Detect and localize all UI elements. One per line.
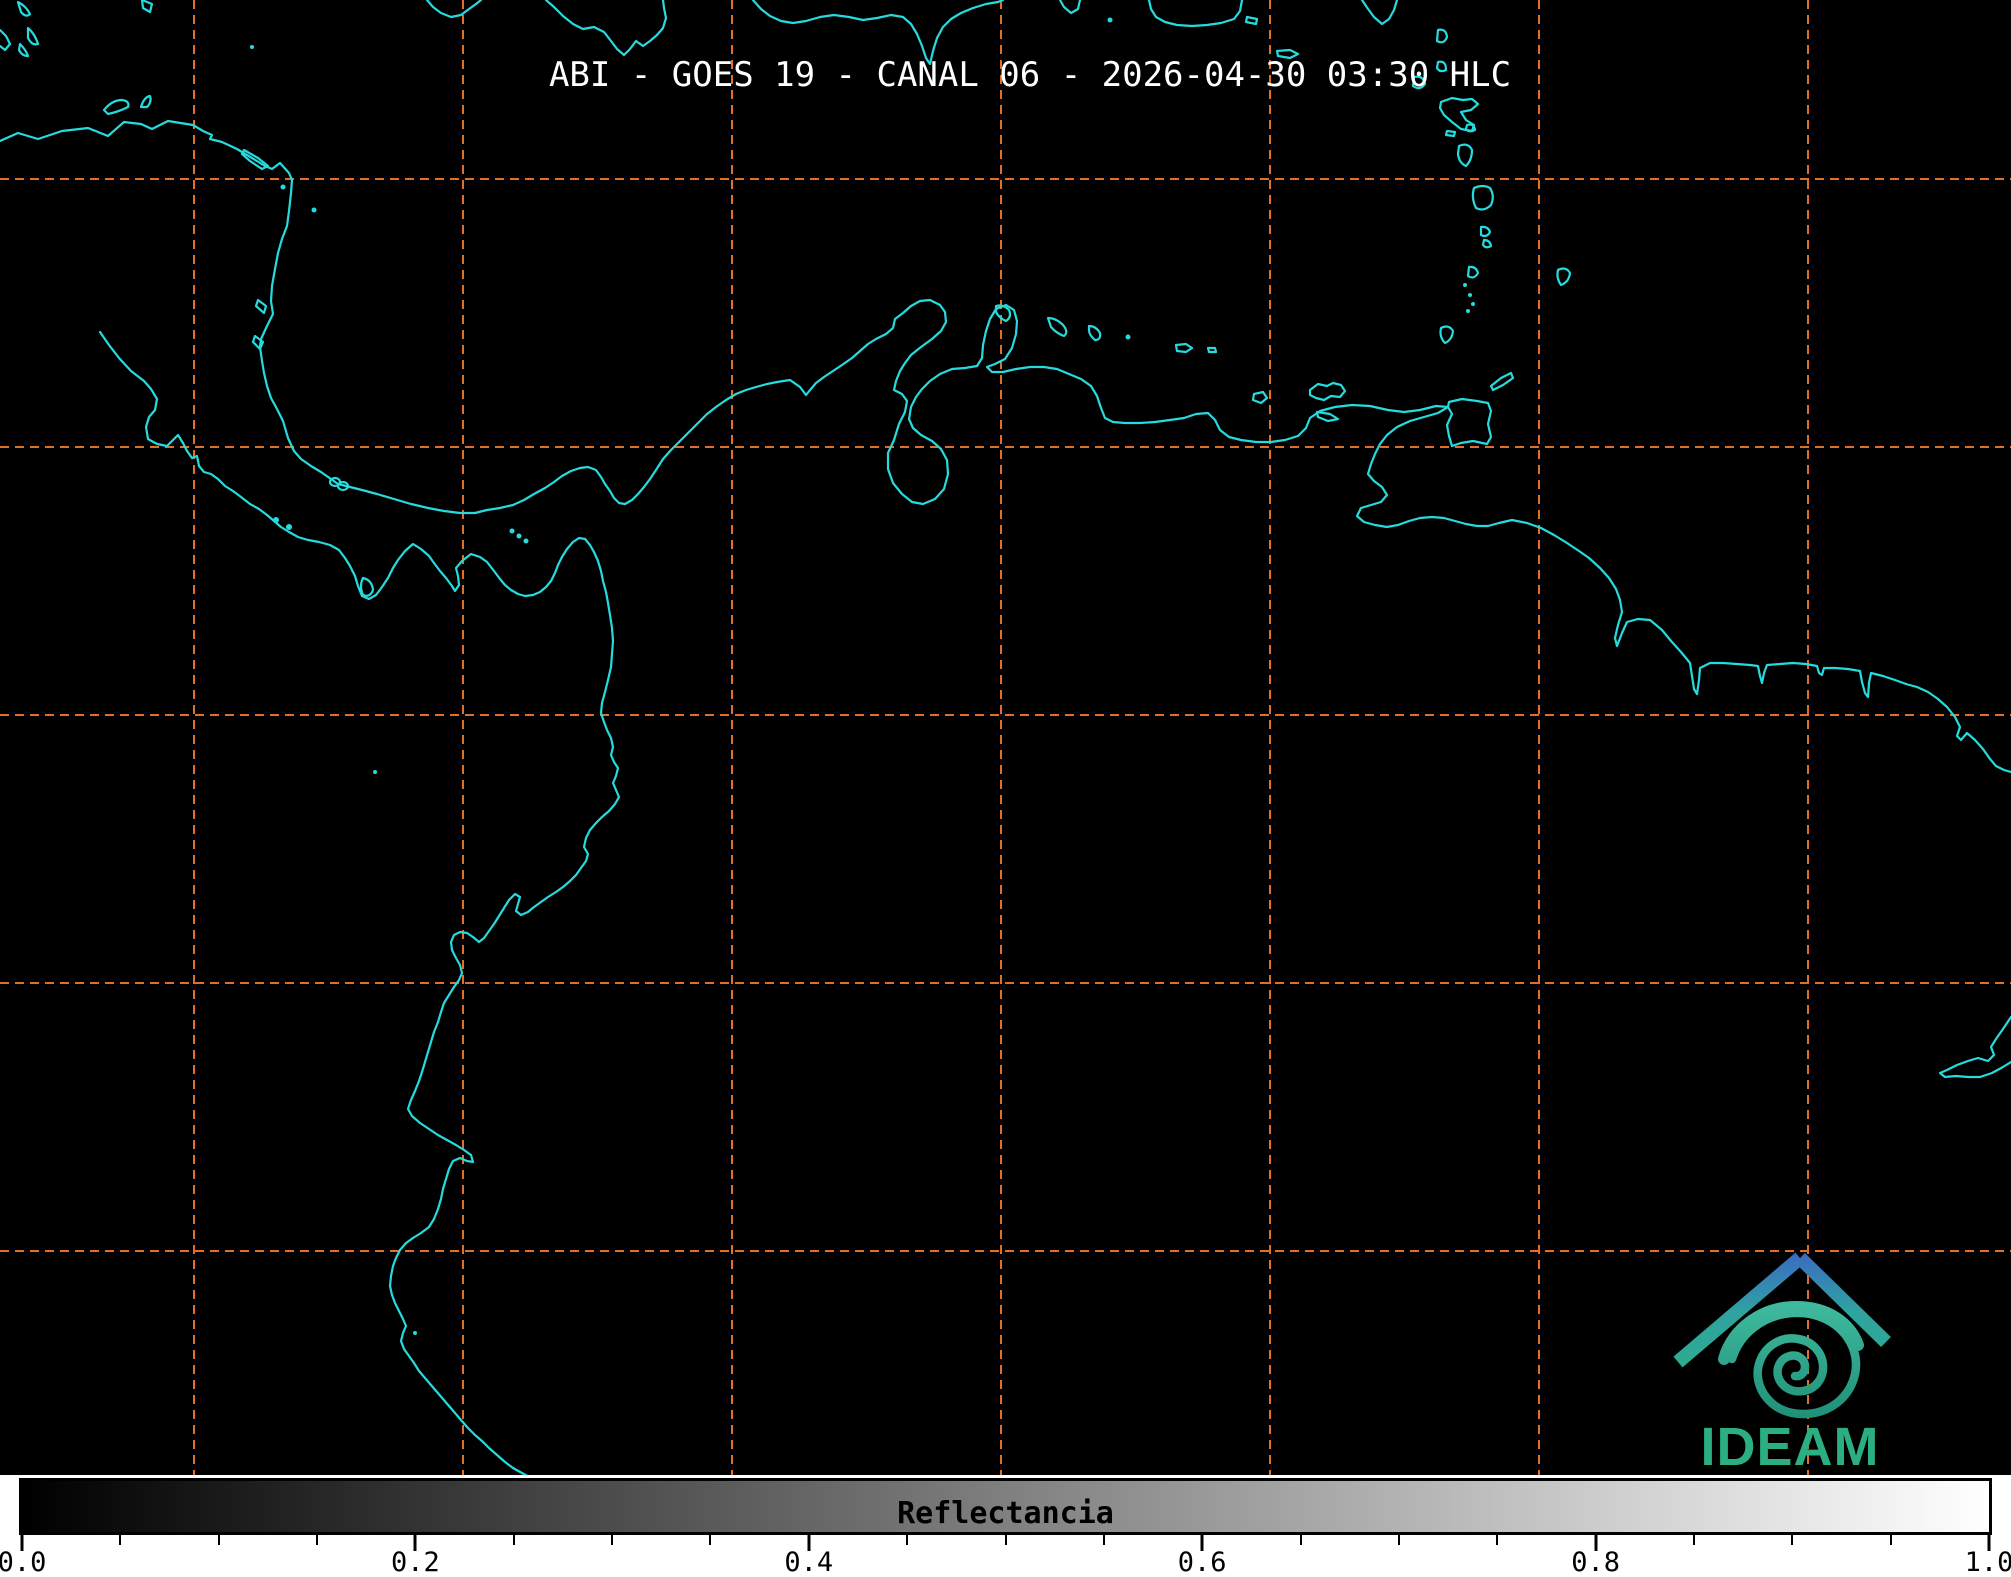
coastline-st-vincent — [1471, 184, 1494, 211]
coastline-amazon-estuary — [1938, 1015, 2011, 1079]
colorbar-minor-tick — [709, 1535, 712, 1545]
island-dot — [1468, 293, 1472, 297]
colorbar-minor-tick — [906, 1535, 909, 1545]
colorbar-minor-tick — [217, 1535, 220, 1545]
coastline-leeward-frag — [1360, 0, 1399, 26]
coastline-small-top-frag — [1058, 0, 1082, 15]
coastline-grenadine-n — [1466, 265, 1480, 279]
coastline-roatan — [102, 98, 130, 116]
coastline-st-lucia — [1456, 143, 1474, 168]
coastline-coiba — [359, 576, 375, 597]
coastline-grenadine1 — [1479, 225, 1492, 238]
island-dot — [1107, 17, 1113, 23]
coastline-grenada — [1439, 325, 1455, 345]
colorbar-minor-tick — [512, 1535, 515, 1545]
colorbar-minor-tick — [1397, 1535, 1400, 1545]
coastline-pacific-coast — [98, 330, 621, 1475]
ideam-logo: IDEAM — [1673, 1252, 1891, 1473]
island-dot — [523, 538, 529, 544]
island-dot — [1466, 309, 1470, 313]
coastline-vieques — [1244, 15, 1259, 26]
coastline-topleft-key2 — [26, 26, 40, 46]
colorbar-minor-tick — [1692, 1535, 1695, 1545]
coastline-martinique-dot — [1464, 123, 1477, 133]
colorbar-minor-tick — [1496, 1535, 1499, 1545]
colorbar-minor-tick — [1791, 1535, 1794, 1545]
coastline-curacao — [1046, 316, 1068, 338]
colorbar-minor-tick — [316, 1535, 319, 1545]
coastline-margarita — [1308, 381, 1347, 402]
coastline-guanaja — [139, 94, 152, 109]
colorbar-tick-label: 0.8 — [1571, 1547, 1620, 1577]
colorbar-minor-tick — [1102, 1535, 1105, 1545]
coastline-corner-blob — [140, 0, 154, 14]
hurricane-spiral-icon — [1718, 1300, 1864, 1419]
coastline-coche — [1315, 410, 1340, 423]
colorbar-tick-label: 0.6 — [1177, 1547, 1227, 1577]
coastline-hispaniola-south — [544, 0, 668, 57]
colorbar-gradient: Reflectancia — [19, 1478, 1992, 1535]
coastline-pearl-lagoon — [254, 298, 268, 315]
island-dot — [413, 1331, 417, 1335]
island-dot — [516, 533, 522, 539]
island-dot — [1125, 334, 1131, 340]
island-dot — [509, 528, 515, 534]
coastline-los-roques — [1174, 342, 1194, 354]
colorbar-minor-tick — [1299, 1535, 1302, 1545]
colorbar-tick-label: 0.4 — [784, 1547, 834, 1577]
colorbar-footer: Reflectancia 0.0 0.2 0.4 0.6 0.8 1.0 — [0, 1475, 2011, 1577]
colorbar-label: Reflectancia — [897, 1496, 1114, 1531]
coastline-haiti-tip — [425, 0, 483, 19]
colorbar-minor-tick — [1004, 1535, 1007, 1545]
coastline-la-tortuga — [1251, 390, 1269, 405]
coastline-topleft-key3 — [17, 42, 30, 58]
colorbar-tick-label: 1.0 — [1964, 1547, 2011, 1577]
island-dot — [280, 184, 286, 190]
coastline-topleft-key1 — [16, 0, 32, 17]
coastline-trinidad — [1445, 397, 1493, 448]
coastline-tobago — [1489, 371, 1515, 392]
colorbar-minor-tick — [119, 1535, 122, 1545]
colorbar-tick-label: 0.0 — [0, 1547, 47, 1577]
coastline-edge-frag — [0, 28, 12, 52]
island-dot — [311, 207, 317, 213]
colorbar-tick-label: 0.2 — [391, 1547, 440, 1577]
island-dot — [273, 517, 279, 523]
image-title: ABI - GOES 19 - CANAL 06 - 2026-04-30 03… — [548, 55, 1512, 95]
colorbar-minor-tick — [611, 1535, 614, 1545]
coastline-la-orchila — [1206, 346, 1218, 354]
coastline-bonaire — [1087, 324, 1102, 342]
logo-text: IDEAM — [1701, 1417, 1880, 1473]
coastline-barbados — [1556, 267, 1572, 287]
island-dot — [250, 45, 254, 49]
coastline-dominica-s — [1435, 28, 1449, 44]
coastline-dash-island — [1444, 129, 1457, 138]
colorbar-minor-tick — [1889, 1535, 1892, 1545]
coastline-puerto-rico — [1147, 0, 1244, 28]
island-dot — [1463, 283, 1467, 287]
island-dot — [286, 524, 292, 530]
satellite-image-viewer: ABI - GOES 19 - CANAL 06 - 2026-04-30 03… — [0, 0, 2011, 1577]
island-dots — [250, 17, 1475, 1335]
island-dot — [373, 770, 377, 774]
island-dot — [1471, 302, 1475, 306]
coastline-grenadine2 — [1481, 238, 1493, 249]
